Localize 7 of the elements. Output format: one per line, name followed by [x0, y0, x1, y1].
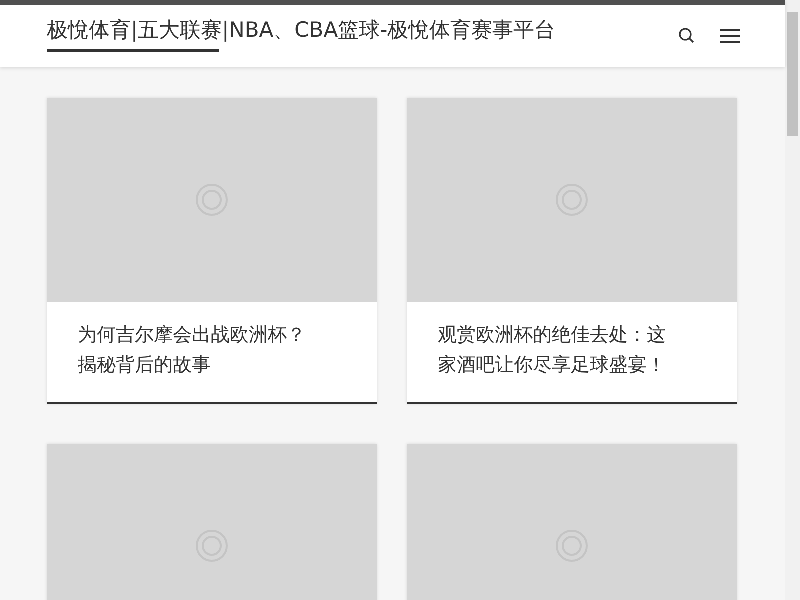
image-placeholder[interactable]	[407, 98, 737, 302]
search-icon[interactable]	[678, 27, 696, 45]
image-placeholder[interactable]	[47, 444, 377, 600]
image-placeholder[interactable]	[407, 444, 737, 600]
image-placeholder[interactable]	[47, 98, 377, 302]
scrollbar-thumb[interactable]	[787, 12, 798, 136]
menu-icon[interactable]	[720, 28, 742, 44]
